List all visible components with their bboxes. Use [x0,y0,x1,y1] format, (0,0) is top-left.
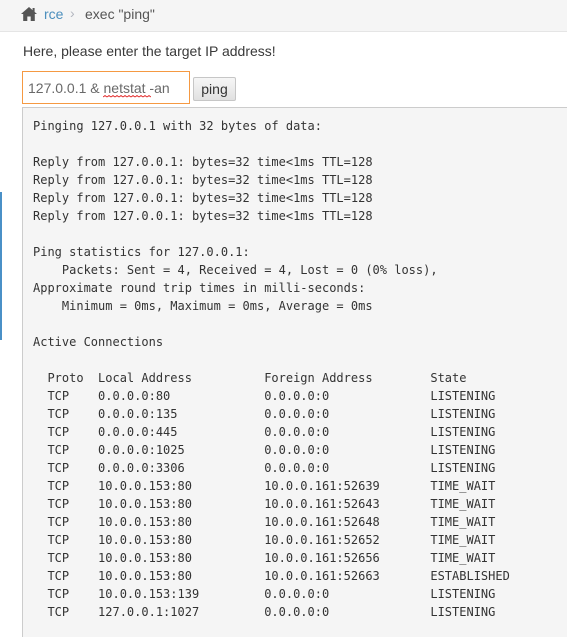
breadcrumb-link-rce[interactable]: rce [44,6,63,22]
output-line: TCP 0.0.0.0:1025 0.0.0.0:0 LISTENING [33,443,496,457]
output-line: TCP 0.0.0.0:3306 0.0.0.0:0 LISTENING [33,461,496,475]
output-line: Minimum = 0ms, Maximum = 0ms, Average = … [33,299,373,313]
ip-address-input[interactable] [22,71,190,104]
command-output-panel: Pinging 127.0.0.1 with 32 bytes of data:… [22,107,567,637]
ip-prompt-label: Here, please enter the target IP address… [23,43,276,59]
output-line: TCP 10.0.0.153:80 10.0.0.161:52656 TIME_… [33,551,496,565]
output-line: TCP 10.0.0.153:139 0.0.0.0:0 LISTENING [33,587,496,601]
breadcrumb-current: exec "ping" [85,6,155,22]
ping-button[interactable]: ping [193,77,236,101]
output-line: TCP 10.0.0.153:80 10.0.0.161:52648 TIME_… [33,515,496,529]
output-line: Proto Local Address Foreign Address Stat… [33,371,467,385]
output-line: TCP 127.0.0.1:1027 0.0.0.0:0 LISTENING [33,605,496,619]
home-icon[interactable] [20,6,38,22]
output-line: Packets: Sent = 4, Received = 4, Lost = … [33,263,438,277]
output-line: TCP 10.0.0.153:80 10.0.0.161:52663 ESTAB… [33,569,510,583]
output-line: Active Connections [33,335,164,349]
output-line: Approximate round trip times in milli-se… [33,281,366,295]
output-line: Ping statistics for 127.0.0.1: [33,245,250,259]
output-line: TCP 0.0.0.0:135 0.0.0.0:0 LISTENING [33,407,496,421]
output-line: TCP 0.0.0.0:80 0.0.0.0:0 LISTENING [33,389,496,403]
left-edge-accent [0,192,2,340]
output-line: TCP 0.0.0.0:445 0.0.0.0:0 LISTENING [33,425,496,439]
output-line: TCP 10.0.0.153:80 10.0.0.161:52643 TIME_… [33,497,496,511]
breadcrumb-separator-icon: › [70,5,75,21]
command-output-text: Pinging 127.0.0.1 with 32 bytes of data:… [33,117,510,621]
output-line: Reply from 127.0.0.1: bytes=32 time<1ms … [33,209,373,223]
output-line: Reply from 127.0.0.1: bytes=32 time<1ms … [33,155,373,169]
output-line: Reply from 127.0.0.1: bytes=32 time<1ms … [33,191,373,205]
output-line: Reply from 127.0.0.1: bytes=32 time<1ms … [33,173,373,187]
output-line: Pinging 127.0.0.1 with 32 bytes of data: [33,119,322,133]
output-line: TCP 10.0.0.153:80 10.0.0.161:52639 TIME_… [33,479,496,493]
output-line: TCP 10.0.0.153:80 10.0.0.161:52652 TIME_… [33,533,496,547]
spellcheck-underline-icon [103,95,151,98]
breadcrumb: rce › exec "ping" [0,0,567,32]
